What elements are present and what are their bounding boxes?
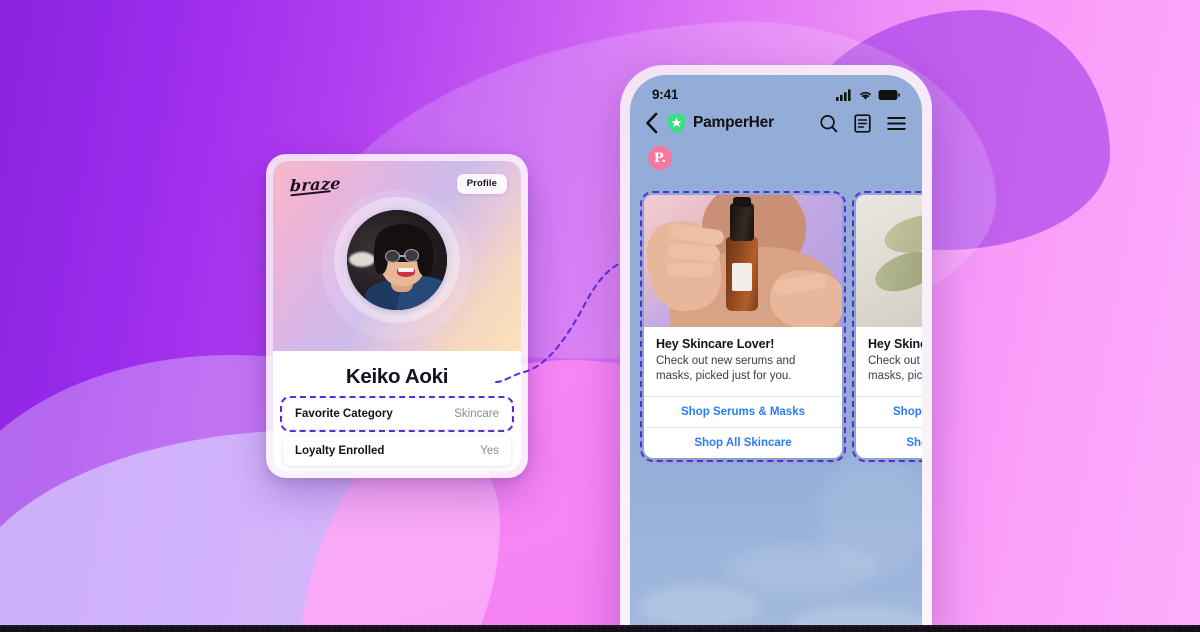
message-card-body: Hey Skincare Lover! Check out new serums… [856, 327, 922, 396]
message-card-body: Hey Skincare Lover! Check out new serums… [644, 327, 842, 396]
sender-avatar: P. [648, 146, 672, 170]
message-card[interactable]: Hey Skincare Lover! Check out new serums… [852, 191, 922, 462]
avatar [347, 210, 447, 310]
shop-serums-and-masks-button[interactable]: Shop Serums & Masks [856, 395, 922, 427]
status-bar: 9:41 [630, 75, 922, 106]
shop-all-skincare-button[interactable]: Shop All Skincare [856, 426, 922, 458]
menu-icon[interactable] [887, 116, 906, 131]
app-title: PamperHer [693, 114, 774, 131]
phone-screen: 9:41 PamperHer P. Hey Skincare Lover! Ch… [630, 75, 922, 632]
person-name: Keiko Aoki [345, 365, 449, 388]
status-time: 9:41 [652, 87, 679, 102]
screen-bottom-edge [0, 625, 1200, 632]
scene-background: braze Profile Keiko Aoki Favorite Catego… [0, 0, 1200, 632]
message-carousel[interactable]: Hey Skincare Lover! Check out new serums… [640, 191, 922, 462]
shop-serums-and-masks-button[interactable]: Shop Serums & Masks [644, 395, 842, 427]
shop-all-skincare-button[interactable]: Shop All Skincare [644, 426, 842, 458]
avatar-ring [334, 197, 460, 323]
detail-row-favorite-category: Favorite Category Skincare [280, 396, 514, 432]
back-chevron-icon[interactable] [644, 112, 659, 134]
battery-icon [878, 89, 900, 100]
profile-detail-list: Favorite Category Skincare Loyalty Enrol… [273, 396, 521, 471]
app-nav-bar: PamperHer [630, 106, 922, 134]
wifi-icon [860, 91, 871, 100]
message-card-text: Check out new serums and masks, picked j… [868, 355, 922, 383]
nav-actions [819, 113, 906, 133]
shield-star-icon [667, 112, 686, 134]
detail-value: Skincare [454, 408, 499, 420]
detail-row-loyalty-enrolled: Loyalty Enrolled Yes [283, 436, 511, 466]
search-icon[interactable] [819, 114, 838, 133]
article-icon[interactable] [854, 113, 871, 133]
hand-holding-serum-bottle-photo [644, 195, 842, 327]
gua-sha-jade-roller-photo [856, 195, 922, 327]
detail-value: Yes [480, 445, 499, 457]
profile-pill-button[interactable]: Profile [456, 174, 507, 194]
message-card-title: Hey Skincare Lover! [656, 337, 775, 351]
detail-label: Favorite Category [295, 408, 393, 420]
profile-card: braze Profile Keiko Aoki Favorite Catego… [266, 154, 528, 478]
detail-label: Loyalty Enrolled [295, 445, 385, 457]
braze-logo: braze [289, 173, 342, 196]
profile-card-hero: braze Profile [273, 161, 521, 351]
status-icons [836, 88, 900, 101]
message-card-title: Hey Skincare Lover! [868, 337, 922, 351]
phone-mockup: 9:41 PamperHer P. Hey Skincare Lover! Ch… [620, 65, 932, 632]
message-card[interactable]: Hey Skincare Lover! Check out new serums… [640, 191, 846, 462]
message-card-text: Check out new serums and masks, picked j… [656, 355, 796, 383]
profile-card-inner: braze Profile Keiko Aoki Favorite Catego… [273, 161, 521, 471]
cellular-signal-icon [836, 88, 851, 101]
